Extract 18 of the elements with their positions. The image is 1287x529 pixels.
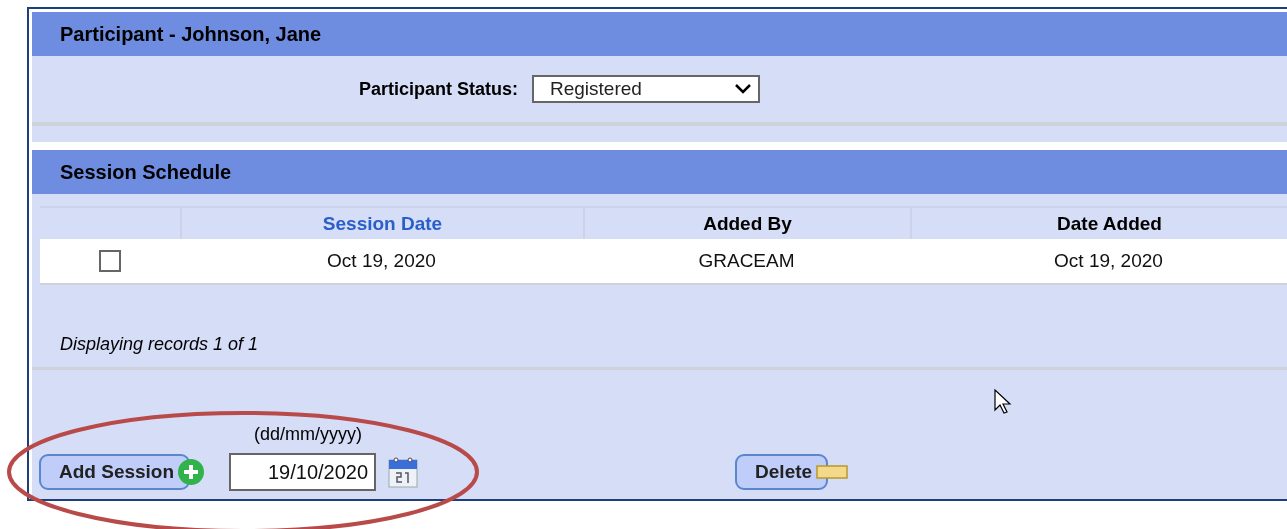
plus-icon	[177, 458, 206, 486]
table-cell: GRACEAM	[698, 250, 795, 272]
date-field[interactable]: 19/10/2020	[229, 453, 377, 491]
calendar-icon[interactable]	[388, 456, 419, 488]
records-count: Displaying records 1 of 1	[60, 334, 259, 355]
table-cell: Oct 19, 2020	[327, 250, 436, 272]
row-checkbox[interactable]	[99, 250, 121, 272]
date-format-hint: (dd/mm/yyyy)	[254, 424, 363, 445]
status-dropdown[interactable]: Registered	[532, 75, 760, 103]
table-cell: Oct 19, 2020	[1054, 250, 1163, 272]
delete-button[interactable]: Delete	[735, 454, 829, 490]
chevron-down-icon	[734, 83, 752, 95]
eraser-icon	[816, 465, 849, 479]
section-title: Session Schedule	[32, 150, 1287, 194]
add-session-button[interactable]: Add Session	[39, 454, 191, 490]
panel-title: Participant - Johnson, Jane	[32, 12, 1287, 56]
cursor-icon	[994, 389, 1012, 415]
status-label: Participant Status:	[359, 78, 518, 100]
